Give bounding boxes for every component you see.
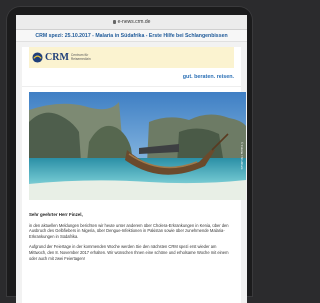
hero-image: © Fotolia / Shubham [29,92,246,200]
url-text: e-news.crm.de [117,19,151,25]
slogan-row: gut. beraten. reisen. [22,68,241,87]
logo-band: CRM Centrum für Reisemedizin [29,47,234,68]
photo-credit: © Fotolia / Shubham [240,142,244,170]
url-display[interactable]: e-news.crm.de [112,19,151,25]
email-subject: CRM spezi: 25.10.2017 - Malaria in Südaf… [16,30,247,42]
logo-name: CRM [45,52,69,63]
salutation: Sehr geehrter Herr Finzel, [29,212,83,217]
slogan: gut. beraten. reisen. [182,74,234,80]
lock-icon [112,20,116,24]
crm-logo-icon [32,52,43,63]
email-body: CRM Centrum für Reisemedizin gut. berate… [22,47,246,303]
tablet-frame: e-news.crm.de CRM spezi: 25.10.2017 - Ma… [6,6,253,303]
logo-tagline: Centrum für Reisemedizin [70,52,91,61]
email-text: Sehr geehrter Herr Finzel, in den aktuel… [22,212,241,261]
paragraph-2: Aufgrund der Feiertage in der kommenden … [29,244,229,261]
browser-address-bar[interactable]: e-news.crm.de [16,15,247,30]
paragraph-1: in den aktuellen Meldungen berichten wir… [29,222,229,239]
tablet-screen: e-news.crm.de CRM spezi: 25.10.2017 - Ma… [16,15,247,303]
